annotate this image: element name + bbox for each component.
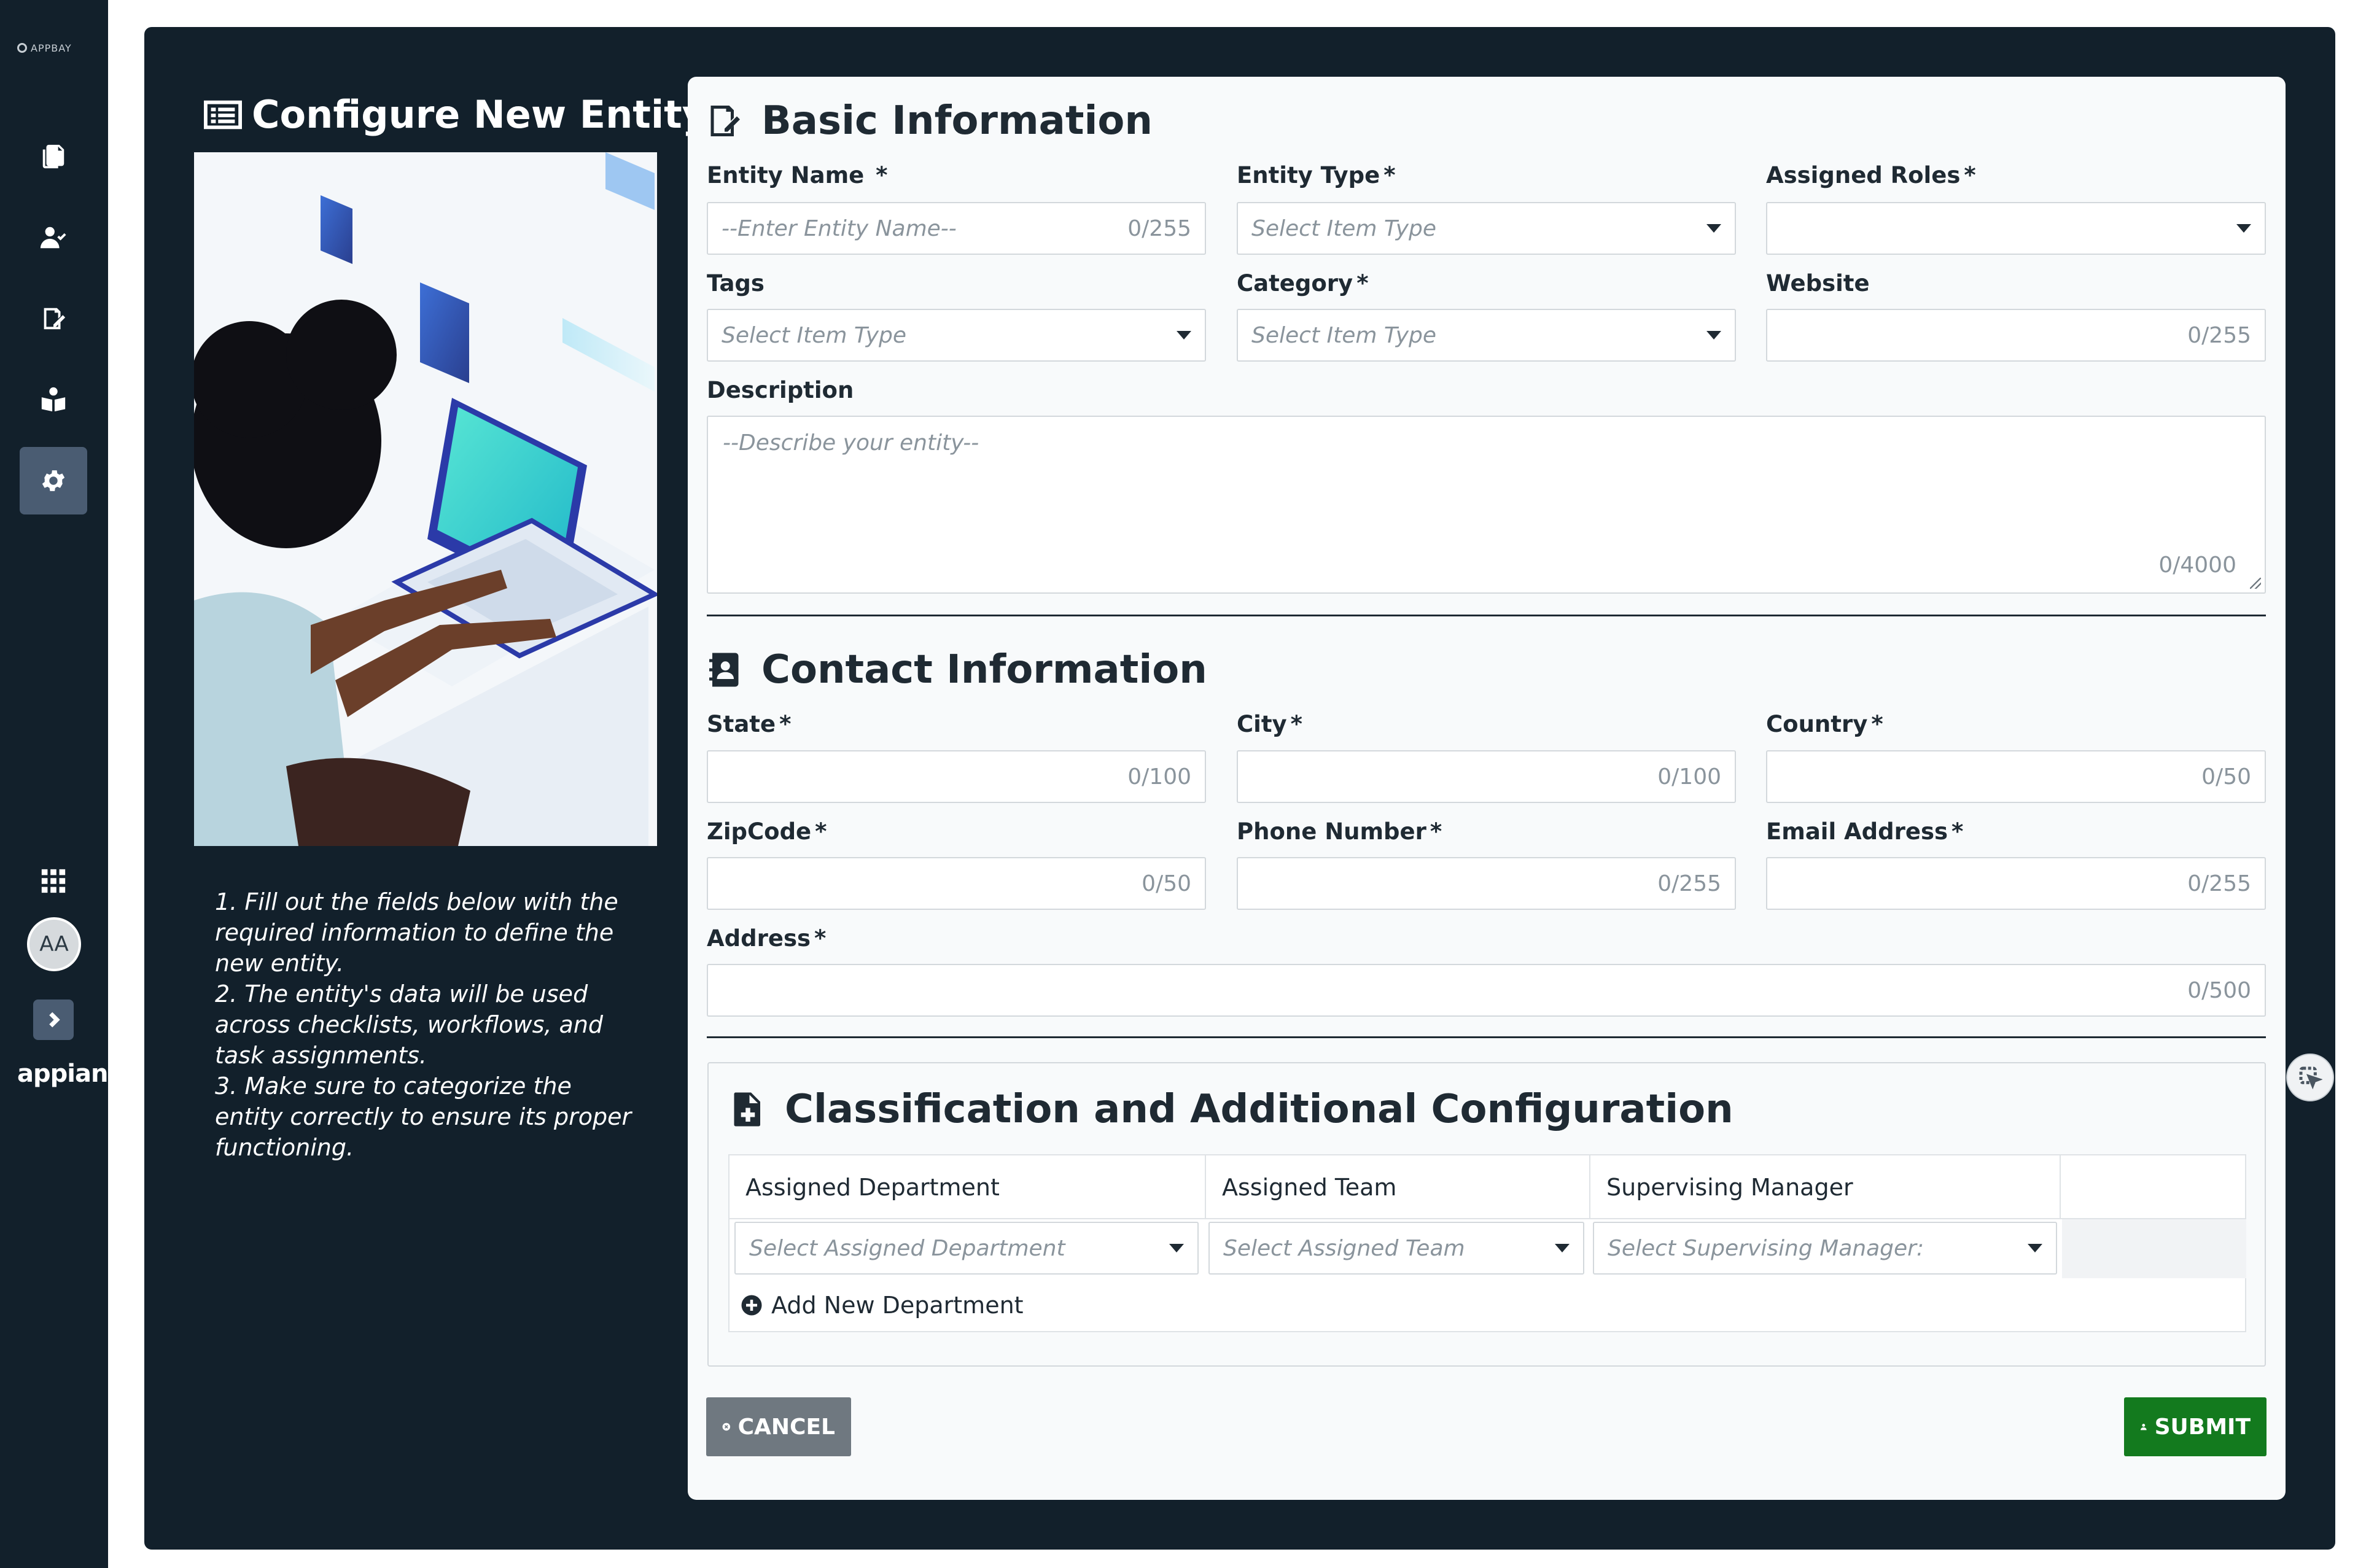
state-label: State * — [707, 711, 792, 737]
nav-settings[interactable] — [20, 447, 87, 514]
phone-number-input[interactable]: 0/255 — [1237, 857, 1736, 910]
char-counter: 0/100 — [1657, 764, 1721, 790]
file-plus-icon — [734, 1092, 760, 1127]
zipcode-label: ZipCode * — [707, 818, 827, 845]
char-counter: 0/500 — [2187, 977, 2251, 1003]
expand-rail-button[interactable] — [33, 999, 74, 1040]
logo-text: APPBAY — [31, 42, 72, 54]
floating-selector-button[interactable] — [2286, 1054, 2334, 1101]
char-counter: 0/255 — [2187, 322, 2251, 348]
entity-type-label: Entity Type * — [1237, 162, 1396, 188]
chevron-right-icon — [49, 1012, 60, 1028]
char-counter: 0/255 — [2187, 871, 2251, 896]
appbay-logo: APPBAY — [17, 37, 91, 59]
logo-mark-icon — [17, 43, 27, 53]
column-header-manager: Supervising Manager — [1590, 1155, 2061, 1219]
assigned-roles-dropdown[interactable] — [1766, 202, 2266, 255]
resize-handle-icon[interactable] — [2250, 578, 2261, 589]
website-label: Website — [1766, 270, 1870, 297]
caret-down-icon — [1555, 1244, 1570, 1252]
city-input[interactable]: 0/100 — [1237, 750, 1736, 803]
city-label: City * — [1237, 711, 1303, 737]
classification-heading: Classification and Additional Configurat… — [730, 1087, 1733, 1132]
column-header-department: Assigned Department — [730, 1155, 1206, 1219]
edit-document-icon — [44, 308, 66, 330]
phone-number-label: Phone Number * — [1237, 818, 1442, 845]
category-dropdown[interactable]: Select Item Type — [1237, 309, 1736, 362]
entity-type-dropdown[interactable]: Select Item Type — [1237, 202, 1736, 255]
nav-reader[interactable] — [20, 366, 87, 433]
tags-label: Tags — [707, 270, 765, 297]
email-address-label: Email Address * — [1766, 818, 1964, 845]
settings-icon — [42, 470, 65, 491]
instruction-1: 1. Fill out the fields below with the re… — [215, 888, 618, 977]
cursor-select-icon — [2299, 1066, 2322, 1090]
reader-icon — [41, 387, 66, 412]
submit-button[interactable]: SUBMIT — [2124, 1397, 2267, 1456]
caret-down-icon — [2028, 1244, 2042, 1252]
entity-name-label: Entity Name * — [707, 162, 888, 188]
caret-down-icon — [1169, 1244, 1184, 1252]
basic-information-heading: Basic Information — [706, 98, 1153, 144]
char-counter: 0/100 — [1127, 764, 1191, 790]
assigned-roles-label: Assigned Roles * — [1766, 162, 1976, 188]
list-card-icon — [204, 100, 242, 129]
section-divider — [707, 1036, 2266, 1038]
caret-down-icon — [1706, 331, 1721, 340]
column-header-team: Assigned Team — [1206, 1155, 1590, 1219]
description-label: Description — [707, 377, 854, 403]
category-label: Category * — [1237, 270, 1369, 297]
char-counter: 0/50 — [2201, 764, 2251, 790]
illustration-image — [194, 152, 657, 846]
user-icon — [2140, 1424, 2147, 1430]
entity-name-input[interactable]: --Enter Entity Name-- 0/255 — [707, 202, 1206, 255]
char-counter: 0/255 — [1127, 215, 1191, 241]
country-label: Country * — [1766, 711, 1883, 737]
grid-empty-cell — [2062, 1219, 2246, 1278]
plus-circle-icon — [741, 1295, 762, 1316]
documents-icon — [42, 144, 64, 169]
instruction-2: 2. The entity's data will be used across… — [215, 980, 604, 1069]
contact-information-heading: Contact Information — [706, 647, 1207, 693]
tags-dropdown[interactable]: Select Item Type — [707, 309, 1206, 362]
website-input[interactable]: 0/255 — [1766, 309, 2266, 362]
description-textarea[interactable]: --Describe your entity-- 0/4000 — [707, 416, 2266, 594]
zipcode-input[interactable]: 0/50 — [707, 857, 1206, 910]
instructions-text: 1. Fill out the fields below with the re… — [215, 887, 645, 1163]
address-book-icon — [709, 653, 739, 687]
instruction-3: 3. Make sure to categorize the entity co… — [215, 1073, 632, 1161]
appian-brand: appian — [17, 1060, 108, 1088]
cancel-button[interactable]: CANCEL — [706, 1397, 851, 1456]
user-avatar[interactable]: AA — [27, 917, 81, 971]
supervising-manager-dropdown[interactable]: Select Supervising Manager: — [1593, 1222, 2057, 1275]
add-new-department-link[interactable]: Add New Department — [741, 1292, 1024, 1319]
app-rail: APPBAY AA appian — [0, 0, 108, 1568]
char-counter: 0/50 — [1142, 871, 1191, 896]
nav-documents[interactable] — [20, 123, 87, 190]
apps-grid-button[interactable] — [20, 847, 87, 915]
caret-down-icon — [2236, 224, 2251, 233]
page-title: Configure New Entity — [204, 92, 707, 137]
char-counter: 0/255 — [1657, 871, 1721, 896]
caret-down-icon — [1706, 224, 1721, 233]
edit-document-icon — [710, 106, 740, 136]
email-address-input[interactable]: 0/255 — [1766, 857, 2266, 910]
nav-users[interactable] — [20, 204, 87, 271]
state-input[interactable]: 0/100 — [707, 750, 1206, 803]
grid-icon — [41, 869, 66, 893]
user-check-icon — [40, 227, 66, 249]
assigned-team-dropdown[interactable]: Select Assigned Team — [1208, 1222, 1584, 1275]
section-divider — [707, 615, 2266, 616]
close-circle-icon — [722, 1422, 731, 1431]
caret-down-icon — [1177, 331, 1191, 340]
address-input[interactable]: 0/500 — [707, 964, 2266, 1017]
country-input[interactable]: 0/50 — [1766, 750, 2266, 803]
char-counter: 0/4000 — [2158, 553, 2236, 578]
address-label: Address * — [707, 925, 827, 952]
assigned-department-dropdown[interactable]: Select Assigned Department — [734, 1222, 1199, 1275]
nav-edit[interactable] — [20, 285, 87, 352]
